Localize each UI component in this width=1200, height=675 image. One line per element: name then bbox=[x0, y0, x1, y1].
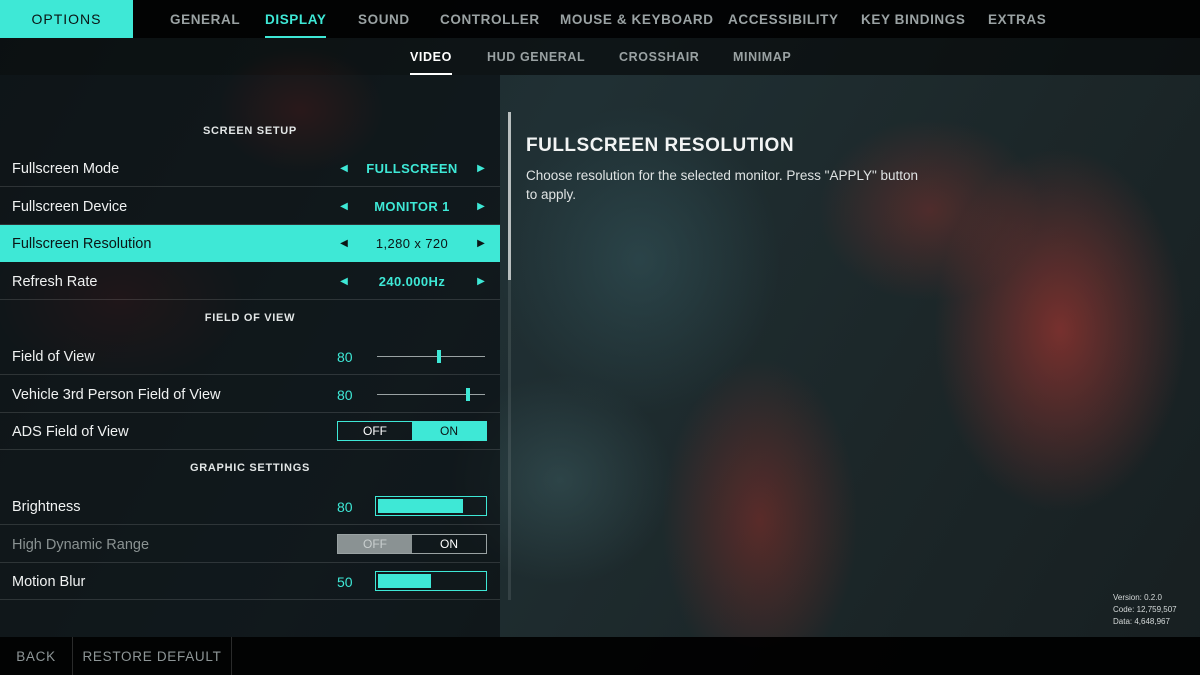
setting-value: 50 bbox=[337, 573, 353, 590]
setting-label: Vehicle 3rd Person Field of View bbox=[12, 386, 221, 403]
tab-accessibility[interactable]: ACCESSIBILITY bbox=[728, 0, 839, 38]
subtab-hud-general[interactable]: HUD GENERAL bbox=[487, 38, 585, 75]
fov-slider[interactable] bbox=[377, 356, 485, 357]
toggle-off-option[interactable]: OFF bbox=[338, 535, 412, 553]
section-header-field-of-view: FIELD OF VIEW bbox=[204, 312, 296, 324]
tab-key-bindings[interactable]: KEY BINDINGS bbox=[861, 0, 965, 38]
toggle-off-option[interactable]: OFF bbox=[338, 422, 412, 440]
setting-label: High Dynamic Range bbox=[12, 536, 150, 553]
motion-blur-bar[interactable] bbox=[375, 571, 487, 591]
setting-label: Field of View bbox=[12, 348, 95, 365]
arrow-left-icon[interactable]: ◀ bbox=[337, 188, 351, 225]
setting-label: Fullscreen Resolution bbox=[12, 235, 152, 252]
setting-value: MONITOR 1 bbox=[374, 199, 450, 214]
scrollbar-thumb[interactable] bbox=[508, 112, 511, 280]
arrow-right-icon[interactable]: ▶ bbox=[474, 188, 488, 225]
setting-label: Brightness bbox=[12, 498, 81, 515]
setting-row-fullscreen-mode[interactable]: Fullscreen Mode ◀ FULLSCREEN ▶ bbox=[0, 150, 500, 187]
code-text: Code: 12,759,507 bbox=[1113, 605, 1177, 614]
section-header-graphic-settings: GRAPHIC SETTINGS bbox=[190, 462, 310, 474]
setting-row-field-of-view[interactable]: Field of View 80 bbox=[0, 338, 500, 375]
subtab-crosshair[interactable]: CROSSHAIR bbox=[619, 38, 699, 75]
tab-controller[interactable]: CONTROLLER bbox=[440, 0, 540, 38]
slider-thumb[interactable] bbox=[436, 350, 441, 363]
data-text: Data: 4,648,967 bbox=[1113, 617, 1170, 626]
toggle-on-option[interactable]: ON bbox=[412, 422, 486, 440]
settings-scrollbar[interactable] bbox=[508, 112, 511, 600]
version-info: Version: 0.2.0 Code: 12,759,507 Data: 4,… bbox=[1113, 592, 1177, 628]
subtab-video[interactable]: VIDEO bbox=[410, 38, 452, 75]
setting-label: Refresh Rate bbox=[12, 273, 98, 290]
restore-default-button[interactable]: RESTORE DEFAULT bbox=[73, 637, 232, 675]
tab-extras[interactable]: EXTRAS bbox=[988, 0, 1046, 38]
back-button[interactable]: BACK bbox=[0, 637, 73, 675]
bar-fill bbox=[378, 574, 431, 588]
setting-value: 240.000Hz bbox=[378, 274, 446, 289]
tab-sound[interactable]: SOUND bbox=[358, 0, 410, 38]
setting-row-hdr[interactable]: High Dynamic Range OFF ON bbox=[0, 526, 500, 563]
arrow-right-icon[interactable]: ▶ bbox=[474, 263, 488, 300]
bar-fill bbox=[378, 499, 463, 513]
detail-title: FULLSCREEN RESOLUTION bbox=[526, 135, 795, 156]
setting-row-vehicle-fov[interactable]: Vehicle 3rd Person Field of View 80 bbox=[0, 376, 500, 413]
subtab-minimap[interactable]: MINIMAP bbox=[733, 38, 791, 75]
tab-mouse-keyboard[interactable]: MOUSE & KEYBOARD bbox=[560, 0, 714, 38]
arrow-left-icon[interactable]: ◀ bbox=[337, 225, 351, 262]
sub-nav-bar bbox=[0, 38, 1200, 75]
setting-value: 80 bbox=[337, 498, 353, 515]
setting-row-brightness[interactable]: Brightness 80 bbox=[0, 488, 500, 525]
setting-value: 1,280 x 720 bbox=[375, 236, 449, 251]
tab-general[interactable]: GENERAL bbox=[170, 0, 240, 38]
setting-row-ads-fov[interactable]: ADS Field of View OFF ON bbox=[0, 413, 500, 450]
section-header-screen-setup: SCREEN SETUP bbox=[203, 125, 297, 137]
detail-description: Choose resolution for the selected monit… bbox=[526, 168, 919, 202]
toggle-on-option[interactable]: ON bbox=[412, 535, 486, 553]
version-text: Version: 0.2.0 bbox=[1113, 593, 1162, 602]
setting-label: Fullscreen Device bbox=[12, 198, 128, 215]
setting-label: Fullscreen Mode bbox=[12, 160, 120, 177]
setting-label: ADS Field of View bbox=[12, 423, 129, 440]
tab-display[interactable]: DISPLAY bbox=[265, 0, 327, 38]
setting-value: 80 bbox=[337, 386, 353, 403]
setting-value: 80 bbox=[337, 348, 353, 365]
arrow-left-icon[interactable]: ◀ bbox=[337, 150, 351, 187]
setting-row-fullscreen-device[interactable]: Fullscreen Device ◀ MONITOR 1 ▶ bbox=[0, 188, 500, 225]
setting-row-refresh-rate[interactable]: Refresh Rate ◀ 240.000Hz ▶ bbox=[0, 263, 500, 300]
slider-thumb[interactable] bbox=[465, 388, 470, 401]
arrow-right-icon[interactable]: ▶ bbox=[474, 225, 488, 262]
setting-label: Motion Blur bbox=[12, 573, 86, 590]
setting-row-motion-blur[interactable]: Motion Blur 50 bbox=[0, 563, 500, 600]
setting-row-fullscreen-resolution[interactable]: Fullscreen Resolution ◀ 1,280 x 720 ▶ bbox=[0, 225, 500, 262]
setting-value: FULLSCREEN bbox=[366, 161, 458, 176]
ads-fov-toggle[interactable]: OFF ON bbox=[337, 421, 487, 441]
arrow-left-icon[interactable]: ◀ bbox=[337, 263, 351, 300]
hdr-toggle[interactable]: OFF ON bbox=[337, 534, 487, 554]
options-tab[interactable]: OPTIONS bbox=[0, 0, 133, 38]
arrow-right-icon[interactable]: ▶ bbox=[474, 150, 488, 187]
brightness-bar[interactable] bbox=[375, 496, 487, 516]
